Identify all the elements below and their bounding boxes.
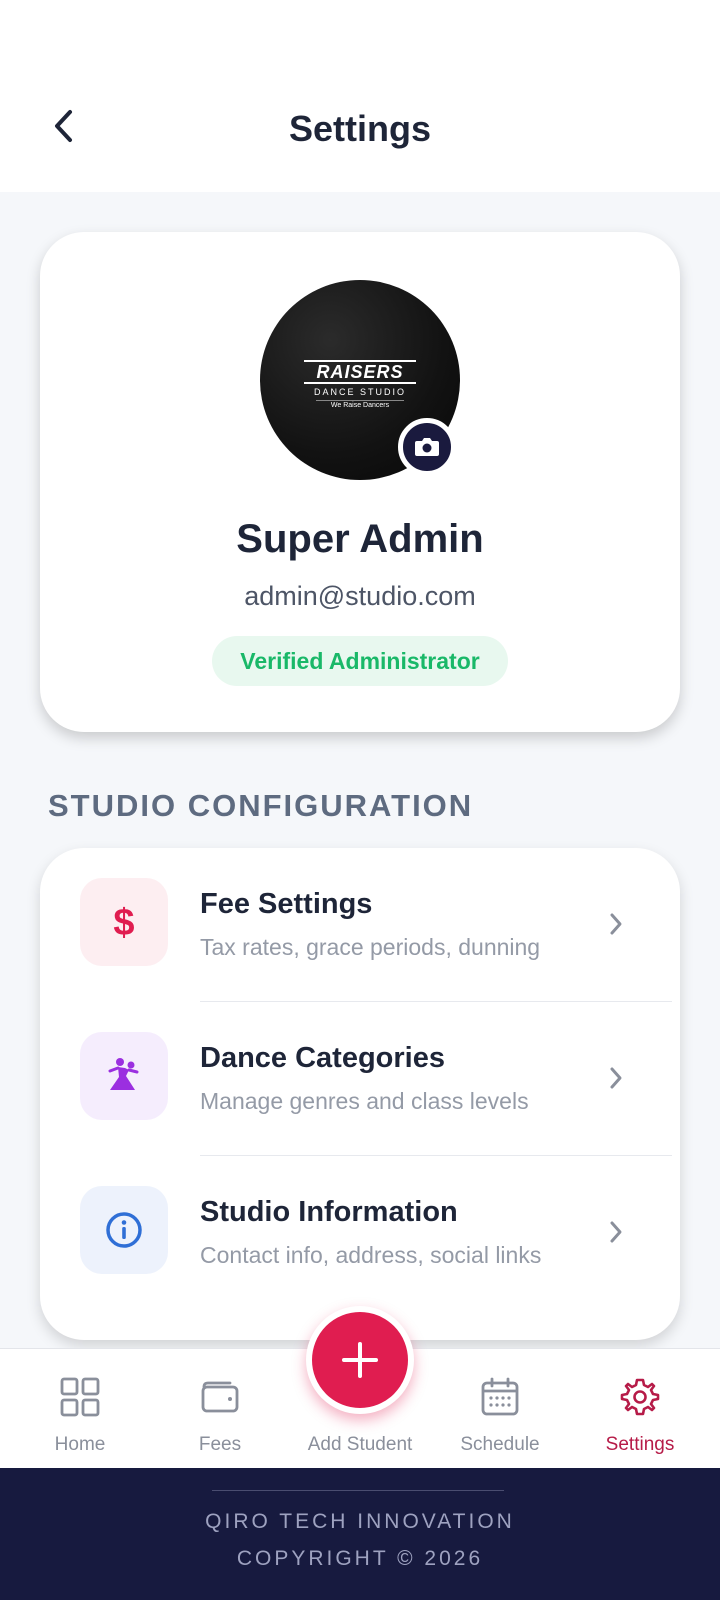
footer: QIRO TECH INNOVATION COPYRIGHT © 2026 [0,1468,720,1600]
item-subtitle: Manage genres and class levels [200,1088,529,1114]
add-student-button[interactable] [306,1306,414,1414]
nav-label: Home [54,1434,106,1455]
chevron-right-icon [604,908,628,940]
chevron-right-icon [604,1216,628,1248]
profile-card: RAISERS DANCE STUDIO We Raise Dancers Su… [40,232,680,732]
plus-icon [342,1342,378,1378]
item-title: Dance Categories [200,1042,445,1074]
footer-copyright: COPYRIGHT © 2026 [236,1547,484,1570]
info-icon [106,1212,142,1248]
logo-subtitle: DANCE STUDIO [313,387,406,397]
studio-information-item[interactable]: Studio Information Contact info, address… [40,1156,680,1310]
nav-label: Fees [198,1434,242,1455]
item-subtitle: Contact info, address, social links [200,1242,542,1268]
studio-logo: RAISERS DANCE STUDIO We Raise Dancers [304,360,416,411]
camera-icon [415,438,439,456]
gear-icon [620,1377,660,1417]
logo-brand: RAISERS [304,360,416,384]
footer-company: QIRO TECH INNOVATION [205,1510,515,1533]
fee-settings-item[interactable]: $ Fee Settings Tax rates, grace periods,… [40,848,680,1002]
item-subtitle: Tax rates, grace periods, dunning [200,934,541,960]
nav-label: Schedule [460,1434,540,1455]
profile-name: Super Admin [236,517,484,561]
nav-schedule[interactable]: Schedule [430,1349,570,1469]
profile-email: admin@studio.com [244,581,476,611]
footer-divider [212,1490,504,1491]
dance-icon-tile [80,1032,168,1120]
fee-icon-tile: $ [80,878,168,966]
nav-fees[interactable]: Fees [150,1349,290,1469]
nav-label: Settings [605,1434,675,1455]
item-title: Fee Settings [200,888,373,920]
dollar-icon: $ [113,902,134,942]
app-header: Settings [0,0,720,192]
dancer-icon [108,1058,139,1090]
logo-tagline: We Raise Dancers [316,400,404,411]
verified-badge: Verified Administrator [212,636,508,686]
page-title: Settings [288,108,431,149]
dance-categories-item[interactable]: Dance Categories Manage genres and class… [40,1002,680,1156]
change-photo-button[interactable] [398,418,456,476]
info-icon-tile [80,1186,168,1274]
wallet-icon [200,1377,240,1417]
nav-settings[interactable]: Settings [570,1349,710,1469]
nav-home[interactable]: Home [10,1349,150,1469]
item-title: Studio Information [200,1196,458,1228]
grid-icon [60,1377,100,1417]
nav-label: Add Student [307,1434,413,1455]
section-title: STUDIO CONFIGURATION [48,788,474,823]
svg-text:$: $ [113,902,134,942]
chevron-right-icon [604,1062,628,1094]
calendar-icon [480,1377,520,1417]
studio-config-card: $ Fee Settings Tax rates, grace periods,… [40,848,680,1340]
